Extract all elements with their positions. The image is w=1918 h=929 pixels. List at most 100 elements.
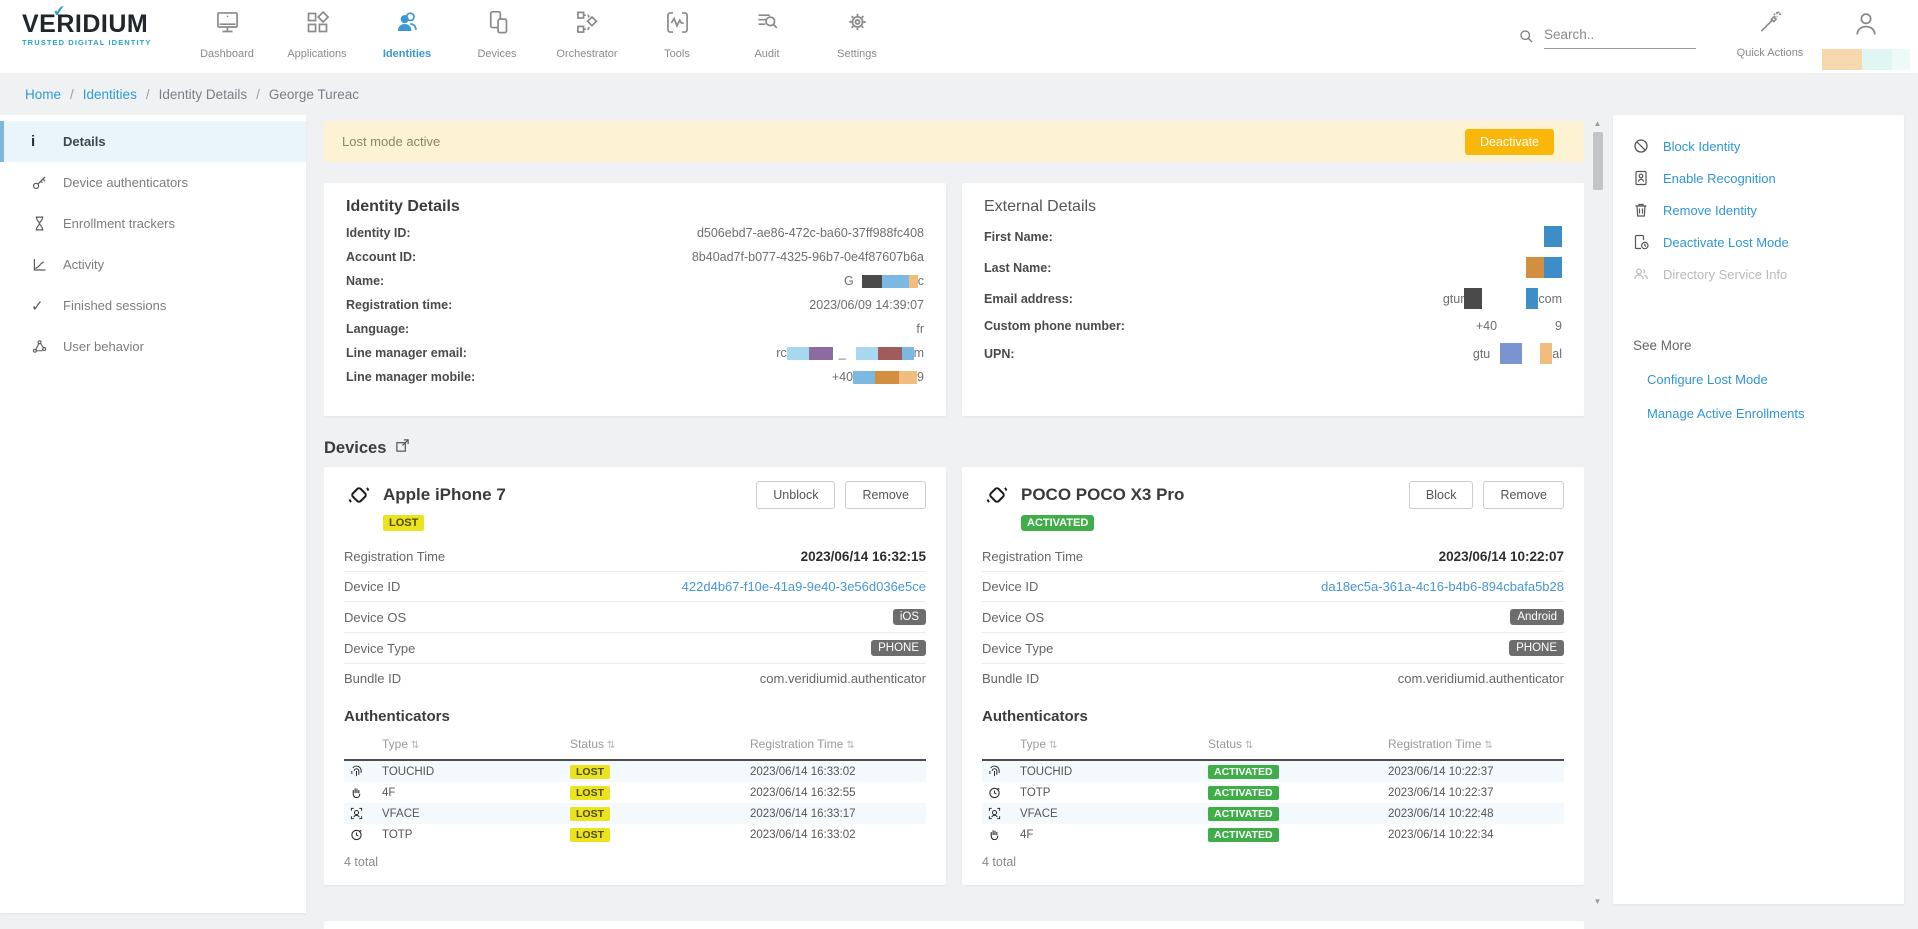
table-row: 4F ACTIVATED 2023/06/14 10:22:34 <box>982 824 1564 845</box>
status-badge: ACTIVATED <box>1208 765 1279 779</box>
detail-sidebar: i Details Device authenticators Enrollme… <box>0 115 306 913</box>
devices-section-header: Devices <box>324 438 1584 458</box>
see-more-label: See More <box>1633 338 1890 353</box>
account-id-value: 8b40ad7f-b077-4325-96b7-0e4f87607b6a <box>692 250 924 264</box>
column-header-type[interactable]: Type⇅ <box>382 737 570 751</box>
action-remove-identity[interactable]: Remove Identity <box>1633 201 1890 219</box>
main-scrollbar[interactable]: ▲ ▼ <box>1591 119 1604 907</box>
app-root: VERIDIUM ✔ TRUSTED DIGITAL IDENTITY Dash… <box>0 0 1918 929</box>
orchestrator-icon <box>574 9 601 41</box>
veridium-logo[interactable]: VERIDIUM ✔ TRUSTED DIGITAL IDENTITY <box>0 0 182 73</box>
device-registration-row: Registration Time 2023/06/14 16:32:15 <box>344 542 926 572</box>
sidebar-item-finished-sessions[interactable]: ✓ Finished sessions <box>0 285 306 326</box>
device-id-link[interactable]: da18ec5a-361a-4c16-b4b6-894cbafa5b28 <box>1321 579 1564 594</box>
dashboard-icon <box>214 9 241 41</box>
sidebar-item-activity[interactable]: Activity <box>0 244 306 285</box>
status-badge: LOST <box>570 807 610 821</box>
table-row: TOUCHID LOST 2023/06/14 16:33:02 <box>344 761 926 782</box>
device-id-link[interactable]: 422d4b67-f10e-41a9-9e40-3e56d036e5ce <box>682 579 926 594</box>
action-block-identity[interactable]: Block Identity <box>1633 137 1890 155</box>
remove-device-button[interactable]: Remove <box>845 481 926 509</box>
first-name-value <box>1544 226 1562 247</box>
action-deactivate-lost-mode[interactable]: Deactivate Lost Mode <box>1633 233 1890 251</box>
authenticators-table-header: Type⇅ Status⇅ Registration Time⇅ <box>344 737 926 761</box>
column-header-status[interactable]: Status⇅ <box>570 737 750 751</box>
action-directory-service-info[interactable]: Directory Service Info <box>1633 265 1890 283</box>
nav-label: Settings <box>837 48 877 60</box>
device-status: LOST <box>383 513 926 531</box>
scrollbar-thumb[interactable] <box>1593 132 1603 190</box>
remove-device-button[interactable]: Remove <box>1483 481 1564 509</box>
breadcrumb-identities[interactable]: Identities <box>83 87 137 102</box>
clock-icon <box>982 786 1020 799</box>
line-manager-mobile-value: +40 9 <box>832 370 924 384</box>
nav-item-audit[interactable]: Audit <box>722 0 812 73</box>
unblock-device-button[interactable]: Unblock <box>756 481 835 509</box>
scroll-up-arrow[interactable]: ▲ <box>1594 119 1602 129</box>
column-header-registration-time[interactable]: Registration Time⇅ <box>1388 737 1564 751</box>
status-badge: ACTIVATED <box>1208 786 1279 800</box>
nav-item-identities[interactable]: Identities <box>362 0 452 73</box>
nav-item-devices[interactable]: Devices <box>452 0 542 73</box>
action-enable-recognition[interactable]: Enable Recognition <box>1633 169 1890 187</box>
external-link-icon[interactable] <box>395 438 410 458</box>
nav-label: Applications <box>287 48 346 60</box>
redaction-block <box>853 371 875 384</box>
deactivate-lost-mode-button[interactable]: Deactivate <box>1465 129 1554 155</box>
sidebar-item-device-authenticators[interactable]: Device authenticators <box>0 162 306 203</box>
search-input[interactable] <box>1544 25 1696 49</box>
column-header-type[interactable]: Type⇅ <box>1020 737 1208 751</box>
logo-checkmark-icon: ✔ <box>52 1 66 20</box>
link-manage-active-enrollments[interactable]: Manage Active Enrollments <box>1647 406 1890 421</box>
link-configure-lost-mode[interactable]: Configure Lost Mode <box>1647 372 1890 387</box>
nav-item-dashboard[interactable]: Dashboard <box>182 0 272 73</box>
lost-mode-banner: Lost mode active Deactivate <box>324 121 1584 162</box>
nav-item-settings[interactable]: Settings <box>812 0 902 73</box>
global-search <box>1518 0 1696 73</box>
avatar-icon <box>1852 9 1880 44</box>
scroll-down-arrow[interactable]: ▼ <box>1594 897 1602 907</box>
user-behavior-icon <box>31 338 55 355</box>
sort-icon: ⇅ <box>1245 740 1253 751</box>
redaction-block <box>1500 343 1522 364</box>
last-name-row: Last Name: <box>984 257 1562 278</box>
block-device-button[interactable]: Block <box>1409 481 1474 509</box>
authenticators-title: Authenticators <box>344 708 926 725</box>
redaction-block <box>787 347 809 360</box>
device-id-row: Device ID 422d4b67-f10e-41a9-9e40-3e56d0… <box>344 572 926 602</box>
sidebar-item-details[interactable]: i Details <box>0 121 306 162</box>
clipped-next-card <box>324 921 1584 929</box>
name-value: G c <box>844 274 924 288</box>
username-redaction <box>1822 49 1910 70</box>
logo-tagline: TRUSTED DIGITAL IDENTITY <box>22 38 182 47</box>
hourglass-icon <box>31 215 55 232</box>
sidebar-item-user-behavior[interactable]: User behavior <box>0 326 306 367</box>
quick-actions-button[interactable]: Quick Actions <box>1722 0 1818 73</box>
devices-title: Devices <box>324 439 386 458</box>
nav-item-applications[interactable]: Applications <box>272 0 362 73</box>
redaction-block <box>875 371 899 384</box>
user-menu[interactable] <box>1818 0 1914 73</box>
clock-icon <box>344 828 382 841</box>
nav-item-tools[interactable]: Tools <box>632 0 722 73</box>
device-os-row: Device OS iOS <box>344 602 926 633</box>
column-header-registration-time[interactable]: Registration Time⇅ <box>750 737 926 751</box>
registration-time-row: Registration time: 2023/06/09 14:39:07 <box>346 298 924 312</box>
breadcrumb-home[interactable]: Home <box>25 87 61 102</box>
redaction-block <box>1540 343 1552 364</box>
bundle-id-row: Bundle ID com.veridiumid.authenticator <box>982 664 1564 693</box>
nav-item-orchestrator[interactable]: Orchestrator <box>542 0 632 73</box>
check-icon: ✓ <box>31 297 55 315</box>
rotate-device-icon <box>982 480 1012 510</box>
redaction-block <box>1526 288 1538 309</box>
column-header-status[interactable]: Status⇅ <box>1208 737 1388 751</box>
device-os-row: Device OS Android <box>982 602 1564 633</box>
device-cards-row: Apple iPhone 7 Unblock Remove LOST Regis… <box>324 467 1584 885</box>
line-manager-email-row: Line manager email: rc _ m <box>346 346 924 360</box>
external-details-card: External Details First Name: Last Name: <box>962 183 1584 416</box>
sidebar-item-enrollment-trackers[interactable]: Enrollment trackers <box>0 203 306 244</box>
last-name-value <box>1526 257 1562 278</box>
block-icon <box>1633 138 1651 154</box>
redaction-block <box>902 347 914 360</box>
first-name-row: First Name: <box>984 226 1562 247</box>
